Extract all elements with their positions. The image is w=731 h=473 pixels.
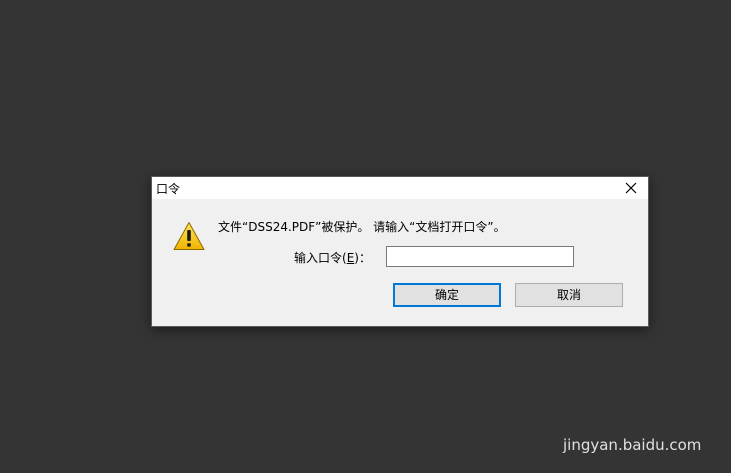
password-label: 输入口令(E)： — [294, 249, 371, 266]
close-icon — [625, 182, 637, 194]
cancel-button[interactable]: 取消 — [515, 283, 623, 307]
watermark-url: jingyan.baidu.com — [563, 436, 702, 454]
password-dialog: 口令 文件“DSS24.PDF”被保护。 请输入“文档打开口令”。 输入口令(E… — [152, 177, 648, 326]
password-input[interactable] — [386, 246, 574, 267]
baidu-jingyan-watermark: jingyan.baidu.com — [563, 392, 723, 464]
warning-icon — [173, 222, 205, 250]
ok-button[interactable]: 确定 — [393, 283, 501, 307]
dialog-titlebar[interactable]: 口令 — [152, 177, 648, 199]
close-button[interactable] — [614, 177, 648, 199]
dialog-title: 口令 — [156, 182, 181, 196]
password-label-suffix: )： — [354, 251, 371, 265]
protection-message: 文件“DSS24.PDF”被保护。 请输入“文档打开口令”。 — [218, 220, 506, 234]
password-label-prefix: 输入口令( — [294, 251, 347, 265]
